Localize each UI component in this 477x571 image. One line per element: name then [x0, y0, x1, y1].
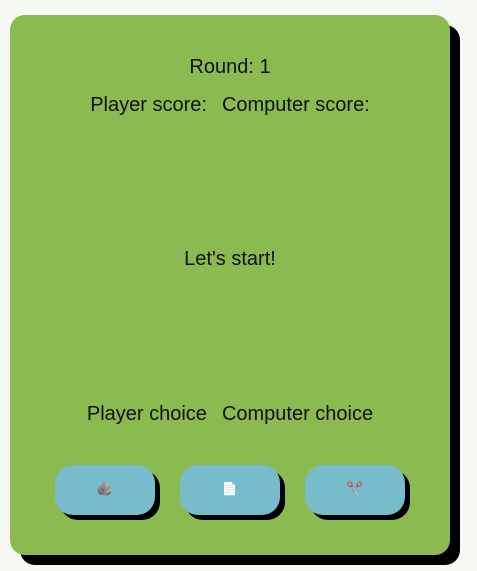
player-choice: Player choice	[86, 403, 207, 425]
choice-buttons: 🪨 📄 ✂️	[55, 465, 405, 515]
score-row: Player score: Computer score:	[10, 94, 450, 117]
computer-score: Computer score:	[221, 94, 370, 116]
choice-row: Player choice Computer choice	[10, 403, 450, 426]
round-counter: Round: 1	[189, 56, 271, 78]
paper-button[interactable]: 📄	[180, 465, 280, 515]
player-score: Player score:	[90, 94, 207, 116]
game-card: Round: 1 Player score: Computer score: L…	[10, 15, 450, 555]
paper-icon: 📄	[221, 482, 239, 497]
computer-choice: Computer choice	[221, 403, 374, 425]
status-message: Let's start!	[184, 248, 276, 270]
rock-button[interactable]: 🪨	[55, 465, 155, 515]
scissors-button[interactable]: ✂️	[305, 465, 405, 515]
rock-icon: 🪨	[96, 482, 114, 497]
scissors-icon: ✂️	[346, 482, 364, 497]
